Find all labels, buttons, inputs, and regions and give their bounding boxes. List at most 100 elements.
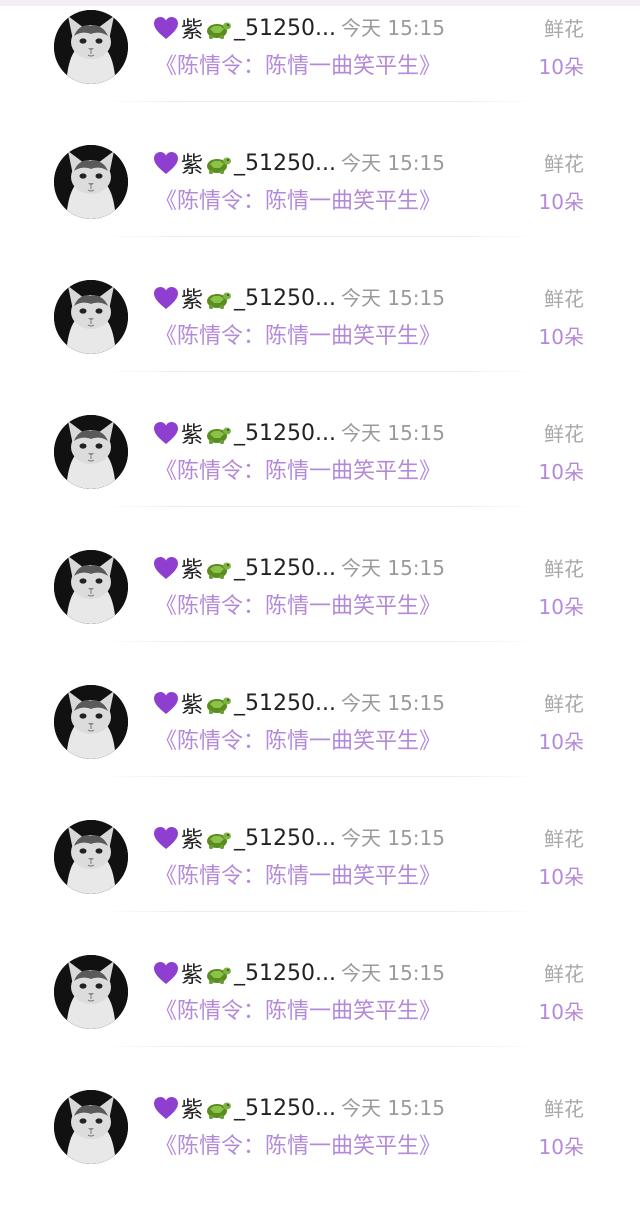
book-title-link[interactable]: 《陈情令：陈情一曲笑平生》	[155, 455, 441, 489]
user-name-prefix: 紫	[181, 1098, 204, 1123]
user-name-suffix: _51250...	[234, 960, 336, 986]
gift-count: 10朵	[538, 190, 584, 214]
list-item[interactable]: 紫 _51250... 今天 15:15 鲜花 《陈情令：陈情一曲笑平生》 10…	[0, 808, 640, 943]
user-name-suffix: _51250...	[234, 420, 336, 446]
list-item[interactable]: 紫 _51250... 今天 15:15 鲜花 《陈情令：陈情一曲笑平生》 10…	[0, 0, 640, 133]
turtle-icon	[207, 292, 232, 309]
gift-type-label: 鲜花	[544, 692, 584, 716]
user-name-suffix: _51250...	[234, 690, 336, 716]
timestamp: 今天 15:15	[341, 961, 445, 985]
cat-avatar-icon[interactable]	[54, 550, 128, 624]
user-name-suffix: _51250...	[234, 15, 336, 41]
user-name-prefix: 紫	[181, 963, 204, 988]
cat-avatar-icon[interactable]	[54, 955, 128, 1029]
row-divider	[100, 641, 540, 642]
purple-heart-icon	[154, 422, 178, 444]
turtle-icon	[207, 1102, 232, 1119]
user-name-suffix: _51250...	[234, 825, 336, 851]
cat-avatar-icon[interactable]	[54, 1090, 128, 1164]
turtle-icon	[207, 967, 232, 984]
user-name-suffix: _51250...	[234, 555, 336, 581]
row-divider	[100, 371, 540, 372]
cat-avatar-icon[interactable]	[54, 820, 128, 894]
user-name[interactable]: 紫 _51250...	[153, 417, 336, 449]
list-item[interactable]: 紫 _51250... 今天 15:15 鲜花 《陈情令：陈情一曲笑平生》 10…	[0, 673, 640, 808]
purple-heart-icon	[154, 557, 178, 579]
book-title-link[interactable]: 《陈情令：陈情一曲笑平生》	[155, 50, 441, 84]
list-item[interactable]: 紫 _51250... 今天 15:15 鲜花 《陈情令：陈情一曲笑平生》 10…	[0, 268, 640, 403]
turtle-icon	[207, 562, 232, 579]
book-title-link[interactable]: 《陈情令：陈情一曲笑平生》	[155, 860, 441, 894]
gift-count: 10朵	[538, 1000, 584, 1024]
purple-heart-icon	[154, 17, 178, 39]
list-item[interactable]: 紫 _51250... 今天 15:15 鲜花 《陈情令：陈情一曲笑平生》 10…	[0, 538, 640, 673]
cat-avatar-icon[interactable]	[54, 10, 128, 84]
list-item[interactable]: 紫 _51250... 今天 15:15 鲜花 《陈情令：陈情一曲笑平生》 10…	[0, 943, 640, 1078]
gift-count: 10朵	[538, 55, 584, 79]
gift-type-label: 鲜花	[544, 287, 584, 311]
gift-count: 10朵	[538, 595, 584, 619]
gift-type-label: 鲜花	[544, 17, 584, 41]
list-item[interactable]: 紫 _51250... 今天 15:15 鲜花 《陈情令：陈情一曲笑平生》 10…	[0, 403, 640, 538]
user-name-prefix: 紫	[181, 153, 204, 178]
timestamp: 今天 15:15	[341, 826, 445, 850]
gift-type-label: 鲜花	[544, 422, 584, 446]
user-name[interactable]: 紫 _51250...	[153, 552, 336, 584]
user-name[interactable]: 紫 _51250...	[153, 957, 336, 989]
turtle-icon	[207, 832, 232, 849]
turtle-icon	[207, 697, 232, 714]
cat-avatar-icon[interactable]	[54, 685, 128, 759]
book-title-link[interactable]: 《陈情令：陈情一曲笑平生》	[155, 995, 441, 1029]
gift-count: 10朵	[538, 865, 584, 889]
purple-heart-icon	[154, 152, 178, 174]
row-divider	[100, 776, 540, 777]
user-name[interactable]: 紫 _51250...	[153, 1092, 336, 1124]
row-divider	[100, 101, 540, 102]
book-title-link[interactable]: 《陈情令：陈情一曲笑平生》	[155, 1130, 441, 1164]
turtle-icon	[207, 22, 232, 39]
timestamp: 今天 15:15	[341, 421, 445, 445]
book-title-link[interactable]: 《陈情令：陈情一曲笑平生》	[155, 185, 441, 219]
gift-type-label: 鲜花	[544, 557, 584, 581]
user-name-prefix: 紫	[181, 423, 204, 448]
user-name[interactable]: 紫 _51250...	[153, 12, 336, 44]
gift-type-label: 鲜花	[544, 962, 584, 986]
user-name-prefix: 紫	[181, 828, 204, 853]
user-name[interactable]: 紫 _51250...	[153, 687, 336, 719]
row-divider	[100, 506, 540, 507]
user-name[interactable]: 紫 _51250...	[153, 822, 336, 854]
timestamp: 今天 15:15	[341, 691, 445, 715]
row-divider	[100, 911, 540, 912]
book-title-link[interactable]: 《陈情令：陈情一曲笑平生》	[155, 590, 441, 624]
purple-heart-icon	[154, 827, 178, 849]
purple-heart-icon	[154, 692, 178, 714]
user-name-prefix: 紫	[181, 288, 204, 313]
gift-count: 10朵	[538, 325, 584, 349]
purple-heart-icon	[154, 1097, 178, 1119]
timestamp: 今天 15:15	[341, 556, 445, 580]
purple-heart-icon	[154, 962, 178, 984]
turtle-icon	[207, 427, 232, 444]
book-title-link[interactable]: 《陈情令：陈情一曲笑平生》	[155, 725, 441, 759]
timestamp: 今天 15:15	[341, 1096, 445, 1120]
cat-avatar-icon[interactable]	[54, 280, 128, 354]
cat-avatar-icon[interactable]	[54, 145, 128, 219]
gift-type-label: 鲜花	[544, 1097, 584, 1121]
gift-count: 10朵	[538, 460, 584, 484]
list-item[interactable]: 紫 _51250... 今天 15:15 鲜花 《陈情令：陈情一曲笑平生》 10…	[0, 1078, 640, 1213]
list-item[interactable]: 紫 _51250... 今天 15:15 鲜花 《陈情令：陈情一曲笑平生》 10…	[0, 133, 640, 268]
gift-count: 10朵	[538, 1135, 584, 1159]
user-name-suffix: _51250...	[234, 285, 336, 311]
turtle-icon	[207, 157, 232, 174]
user-name[interactable]: 紫 _51250...	[153, 147, 336, 179]
user-name[interactable]: 紫 _51250...	[153, 282, 336, 314]
timestamp: 今天 15:15	[341, 16, 445, 40]
row-divider	[100, 1046, 540, 1047]
user-name-prefix: 紫	[181, 693, 204, 718]
gift-type-label: 鲜花	[544, 827, 584, 851]
purple-heart-icon	[154, 287, 178, 309]
book-title-link[interactable]: 《陈情令：陈情一曲笑平生》	[155, 320, 441, 354]
timestamp: 今天 15:15	[341, 151, 445, 175]
timestamp: 今天 15:15	[341, 286, 445, 310]
cat-avatar-icon[interactable]	[54, 415, 128, 489]
